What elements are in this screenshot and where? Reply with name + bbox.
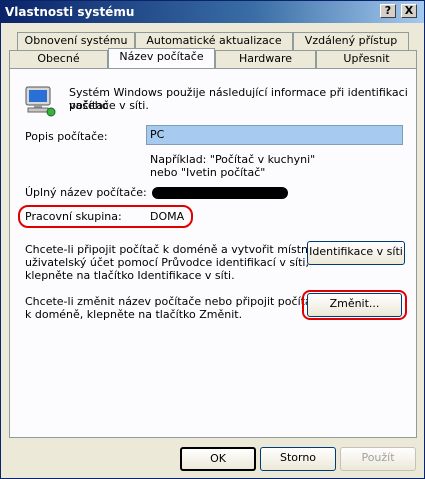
redacted-full-name: [152, 187, 288, 199]
tab-computer-name[interactable]: Název počítače: [108, 48, 215, 68]
workgroup-value: DOMA: [150, 210, 185, 223]
tab-remote[interactable]: Vzdálený přístup: [293, 32, 409, 50]
change-text-line2: k doméně, klepněte na tlačítko Změnit.: [25, 308, 243, 321]
full-name-label: Úplný název počítače:: [25, 186, 147, 199]
help-button[interactable]: ?: [380, 4, 396, 18]
tab-general[interactable]: Obecné: [9, 50, 108, 68]
network-id-text-line1: Chcete-li připojit počítač k doméně a vy…: [25, 243, 312, 256]
computer-icon: [22, 85, 56, 117]
intro-text-line2: počítače v síti.: [69, 99, 149, 112]
apply-button[interactable]: Použít: [340, 447, 416, 471]
tab-panel: Systém Windows použije následující infor…: [9, 68, 417, 438]
change-text-line1: Chcete-li změnit název počítače nebo při…: [25, 295, 318, 308]
example-line1: Například: "Počítač v kuchyni": [150, 153, 316, 166]
close-button[interactable]: X: [401, 4, 417, 18]
ok-button[interactable]: OK: [180, 447, 256, 471]
change-button[interactable]: Změnit...: [307, 293, 402, 317]
tab-hardware[interactable]: Hardware: [215, 50, 316, 68]
system-properties-window: Vlastnosti systému ? X Obnovení systému …: [0, 0, 425, 479]
example-line2: nebo "Ivetin počítač": [150, 166, 266, 179]
window-title: Vlastnosti systému: [5, 5, 135, 19]
description-label: Popis počítače:: [25, 130, 108, 143]
tab-advanced[interactable]: Upřesnit: [316, 50, 417, 68]
network-id-text-line3: klepněte na tlačítko Identifikace v síti…: [25, 269, 235, 282]
title-bar: Vlastnosti systému ? X: [1, 1, 424, 23]
network-id-text-line2: uživatelský účet pomocí Průvodce identif…: [25, 256, 309, 269]
description-input[interactable]: PC: [146, 125, 403, 145]
cancel-button[interactable]: Storno: [260, 447, 336, 471]
workgroup-label: Pracovní skupina:: [25, 210, 122, 223]
network-id-button[interactable]: Identifikace v síti: [307, 241, 405, 265]
